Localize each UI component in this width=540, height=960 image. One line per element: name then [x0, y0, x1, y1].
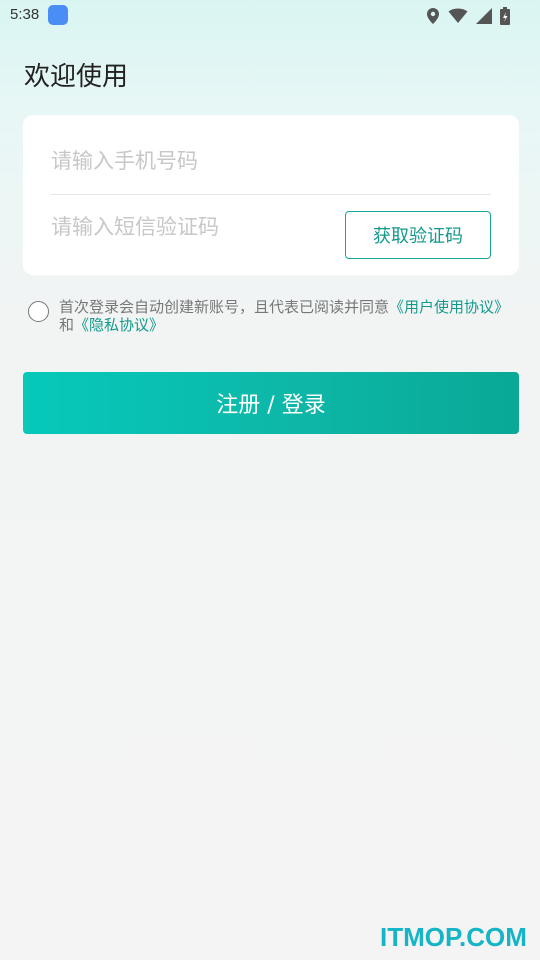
app-notification-icon [48, 5, 68, 25]
page-title: 欢迎使用 [24, 62, 129, 92]
agreement-text: 首次登录会自动创建新账号，且代表已阅读并同意《用户使用协议》和《隐私协议》 [59, 298, 517, 334]
status-icons [426, 5, 510, 27]
get-code-button[interactable]: 获取验证码 [345, 211, 491, 259]
signal-icon [476, 8, 492, 24]
user-agreement-link[interactable]: 《用户使用协议》 [389, 298, 509, 316]
privacy-policy-link[interactable]: 《隐私协议》 [74, 316, 164, 334]
wifi-icon [448, 8, 468, 24]
sms-code-input[interactable] [51, 209, 331, 245]
agreement-prefix: 首次登录会自动创建新账号，且代表已阅读并同意 [59, 298, 390, 316]
agreement-radio[interactable] [28, 301, 49, 322]
register-login-button[interactable]: 注册 / 登录 [23, 372, 519, 434]
watermark-logo: ITMOP.COM [380, 922, 527, 952]
location-icon [426, 7, 440, 25]
battery-icon [500, 7, 510, 25]
status-bar: 5:38 [0, 0, 540, 32]
phone-input[interactable] [51, 143, 491, 179]
divider [51, 194, 491, 195]
login-form-card: 获取验证码 [23, 115, 519, 275]
status-time: 5:38 [10, 6, 40, 23]
agreement-conjunction: 和 [59, 316, 75, 334]
